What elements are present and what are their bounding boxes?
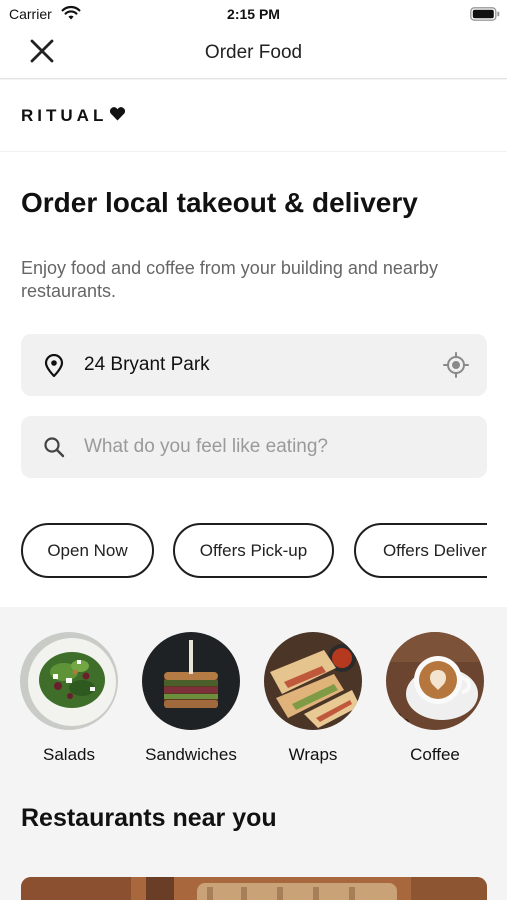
brand-name: RITUAL [21,106,108,125]
status-bar: Carrier 2:15 PM [0,0,507,28]
clock: 2:15 PM [227,6,280,22]
ritual-logo: RITUAL [21,106,126,126]
locate-icon[interactable] [443,352,469,383]
category-label: Sandwiches [145,745,237,764]
sandwiches-image [142,632,240,730]
subtitle: Enjoy food and coffee from your building… [21,258,438,301]
map-pin-icon [43,353,65,383]
hero-panel: RITUAL Order local takeout & delivery En… [0,80,507,607]
search-input[interactable]: What do you feel like eating? [21,416,487,478]
search-placeholder: What do you feel like eating? [84,436,328,457]
filter-offers-delivery[interactable]: Offers Delivery [354,523,487,578]
heart-icon [109,106,126,126]
salads-image [20,632,118,730]
headline: Order local takeout & delivery [21,187,418,218]
location-field[interactable]: 24 Bryant Park [21,334,487,396]
category-label: Wraps [288,745,338,764]
search-icon [43,436,65,463]
nav-bar: Order Food [0,28,507,79]
filter-chips: Open Now Offers Pick-up Offers Delivery [21,523,487,579]
wraps-image [264,632,362,730]
filter-offers-pickup[interactable]: Offers Pick-up [173,523,334,578]
restaurant-card[interactable] [21,877,487,900]
location-value: 24 Bryant Park [84,354,210,375]
category-carousel: Salads Sandwiches Wraps Coffee [0,630,507,770]
category-label: Salads [43,745,95,764]
restaurant-card-image [21,877,487,900]
restaurants-heading: Restaurants near you [21,804,277,832]
coffee-image [386,632,484,730]
category-label: Coffee [410,745,460,764]
brand-bar: RITUAL [0,80,507,152]
battery-icon [470,7,500,26]
filter-open-now[interactable]: Open Now [21,523,154,578]
page-title: Order Food [204,42,303,63]
